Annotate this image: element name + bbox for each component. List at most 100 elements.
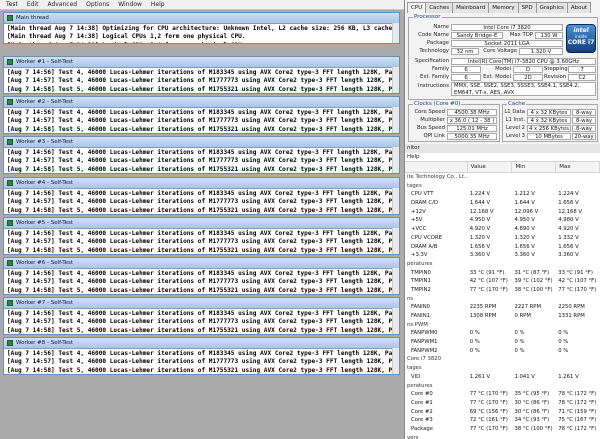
tab-graphics[interactable]: Graphics	[535, 2, 568, 13]
name-label: Name	[433, 24, 449, 30]
sensor-name: vers	[407, 434, 419, 439]
sensor-row[interactable]: CPU VTT 1.224 V 1.212 V 1.224 V	[405, 190, 600, 199]
tab-caches[interactable]: Caches	[425, 2, 454, 13]
menu-window[interactable]: Window	[118, 0, 142, 9]
sensor-row[interactable]: DRAM C/D 1.644 V 1.644 V 1.656 V	[405, 199, 600, 208]
menu-help[interactable]: Help	[407, 153, 420, 161]
worker-window[interactable]: Worker #6 - Self-Test [Aug 7 14:56] Test …	[3, 257, 400, 295]
sensor-row[interactable]: FANIN1 1308 RPM 0 RPM 1331 RPM	[405, 312, 600, 321]
worker-window[interactable]: Worker #2 - Self-Test [Aug 7 14:56] Test …	[3, 96, 400, 134]
window-titlebar[interactable]: Worker #7 - Self-Test	[4, 298, 399, 309]
sensor-row[interactable]: Package 77 °C (170 °F) 38 °C (100 °F) 78 °C…	[405, 425, 600, 434]
vertical-scrollbar[interactable]	[392, 107, 399, 133]
sensor-row[interactable]: DRAM A/B 1.656 V 1.656 V 1.656 V	[405, 243, 600, 252]
window-titlebar[interactable]: Main thread	[4, 13, 399, 24]
sensor-name: FANPWM0	[411, 330, 438, 337]
menu-test[interactable]: Test	[6, 0, 18, 9]
log-line: [Aug 7 14:58] Test 5, 46000 Lucas-Lehmer…	[7, 206, 399, 214]
sensor-min: 0 RPM	[514, 313, 531, 319]
technology-label: Technology	[419, 48, 449, 54]
vertical-scrollbar[interactable]	[392, 228, 399, 254]
menu-options[interactable]: Options	[86, 0, 109, 9]
worker-window[interactable]: Worker #1 - Self-Test [Aug 7 14:56] Test …	[3, 56, 400, 94]
tab-mainboard[interactable]: Mainboard	[452, 2, 490, 13]
sensor-category-row[interactable]: peratures	[405, 382, 600, 391]
sensor-category-row[interactable]: Core i7 3820	[405, 355, 600, 364]
vertical-scrollbar[interactable]	[392, 348, 399, 374]
model-label: Model	[495, 66, 511, 72]
window-titlebar[interactable]: Worker #8 - Self-Test	[4, 338, 399, 349]
column-header-min[interactable]: Min	[512, 162, 557, 172]
main-thread-window[interactable]: Main thread [Main thread Aug 7 14:38] Opt…	[3, 12, 400, 44]
sensor-max	[556, 260, 600, 269]
sensor-category-row[interactable]: tages	[405, 364, 600, 373]
sensor-row[interactable]: Core #0 77 °C (170 °F) 35 °C (95 °F) 78 °C …	[405, 390, 600, 399]
worker-window[interactable]: Worker #8 - Self-Test [Aug 7 14:56] Test …	[3, 337, 400, 375]
worker-window[interactable]: Worker #3 - Self-Test [Aug 7 14:56] Test …	[3, 136, 400, 174]
vertical-scrollbar[interactable]	[392, 308, 399, 334]
sensor-row[interactable]: FANIN0 2235 RPM 2227 RPM 2250 RPM	[405, 303, 600, 312]
column-header-sensor[interactable]	[405, 162, 468, 172]
window-titlebar[interactable]: Worker #5 - Self-Test	[4, 218, 399, 229]
window-titlebar[interactable]: Worker #2 - Self-Test	[4, 97, 399, 108]
vertical-scrollbar[interactable]	[392, 23, 399, 43]
sensor-row[interactable]: CPU VCORE 1.320 V 1.320 V 1.332 V	[405, 234, 600, 243]
sensor-row[interactable]: +3.3V 3.360 V 3.360 V 3.360 V	[405, 251, 600, 260]
sensor-row[interactable]: FANPWM0 0 % 0 % 0 %	[405, 329, 600, 338]
prime95-icon	[7, 59, 13, 65]
sensor-category-row[interactable]: ite Technology Co., Lt...	[405, 173, 600, 182]
column-header-max[interactable]: Max	[556, 162, 600, 172]
sensor-value: 77 °C (170 °F)	[469, 425, 508, 432]
vertical-scrollbar[interactable]	[392, 147, 399, 173]
menu-edit[interactable]: Edit	[27, 0, 39, 9]
sensor-category-row[interactable]: peratures	[405, 260, 600, 269]
window-titlebar[interactable]: Worker #3 - Self-Test	[4, 137, 399, 148]
worker-window[interactable]: Worker #5 - Self-Test [Aug 7 14:56] Test …	[3, 217, 400, 255]
worker-window[interactable]: Worker #7 - Self-Test [Aug 7 14:56] Test …	[3, 297, 400, 335]
vertical-scrollbar[interactable]	[392, 268, 399, 294]
column-header-value[interactable]: Value	[468, 162, 513, 172]
sensor-category-row[interactable]: tages	[405, 182, 600, 191]
sensor-row[interactable]: Core #2 69 °C (156 °F) 30 °C (86 °F) 71 °C …	[405, 408, 600, 417]
sensor-max: 4.920 V	[558, 226, 579, 233]
sensor-max: 78 °C (172 °F)	[558, 399, 597, 406]
sensor-min: 31 °C (87 °F)	[514, 269, 550, 276]
sensor-row[interactable]: Core #3 72 °C (161 °F) 34 °C (93 °F) 75 °C …	[405, 416, 600, 425]
window-titlebar[interactable]: Worker #4 - Self-Test	[4, 178, 399, 189]
sensor-category-row[interactable]: ns	[405, 295, 600, 304]
sensor-row[interactable]: FANPWM2 0 % 0 % 0 %	[405, 347, 600, 356]
tab-cpu[interactable]: CPU	[407, 2, 427, 13]
menu-help[interactable]: Help	[151, 0, 165, 9]
sensor-name: tages	[407, 182, 422, 189]
prime95-icon	[7, 220, 13, 226]
sensor-row[interactable]: +5V 4.950 V 4.950 V 4.980 V	[405, 216, 600, 225]
menu-advanced[interactable]: Advanced	[47, 0, 77, 9]
sensor-row[interactable]: +VCC 4.920 V 4.890 V 4.920 V	[405, 225, 600, 234]
window-titlebar[interactable]: Worker #1 - Self-Test	[4, 57, 399, 68]
log-line: [Aug 7 14:58] Test 5, 46000 Lucas-Lehmer…	[7, 286, 399, 294]
window-title: Worker #3 - Self-Test	[16, 139, 74, 145]
sensor-row[interactable]: Core #1 77 °C (170 °F) 30 °C (86 °F) 78 °C …	[405, 399, 600, 408]
sensor-row[interactable]: TMPIN2 77 °C (170 °F) 38 °C (100 °F) 77 °C …	[405, 286, 600, 295]
sensor-category-row[interactable]: ns PWM	[405, 321, 600, 330]
window-titlebar[interactable]: Worker #6 - Self-Test	[4, 258, 399, 269]
worker-window[interactable]: Worker #4 - Self-Test [Aug 7 14:56] Test …	[3, 177, 400, 215]
log-output: [Aug 7 14:56] Test 4, 46000 Lucas-Lehmer…	[4, 148, 399, 173]
tab-about[interactable]: About	[566, 2, 592, 13]
l2-value: 4 x 256 KBytes	[527, 125, 571, 132]
sensor-row[interactable]: FANPWM1 0 % 0 % 0 %	[405, 338, 600, 347]
sensor-name: peratures	[407, 260, 433, 267]
sensor-row[interactable]: TMPIN1 42 °C (107 °F) 39 °C (102 °F) 42 °C …	[405, 277, 600, 286]
sensor-row[interactable]: VID 1.261 V 1.041 V 1.261 V	[405, 373, 600, 382]
sensor-row[interactable]: +12V 12.168 V 12.096 V 12.168 V	[405, 208, 600, 217]
vertical-scrollbar[interactable]	[392, 67, 399, 93]
tab-memory[interactable]: Memory	[488, 2, 519, 13]
tab-spd[interactable]: SPD	[517, 2, 537, 13]
sensor-category-row[interactable]: vers	[405, 434, 600, 439]
sensor-value: 12.168 V	[469, 208, 494, 215]
sensor-value	[468, 173, 513, 182]
sensor-row[interactable]: TMPIN0 33 °C (91 °F) 31 °C (87 °F) 33 °C (9…	[405, 269, 600, 278]
extmodel-label: Ext. Model	[483, 74, 511, 80]
multiplier-label: Multiplier	[420, 117, 445, 123]
vertical-scrollbar[interactable]	[392, 188, 399, 214]
